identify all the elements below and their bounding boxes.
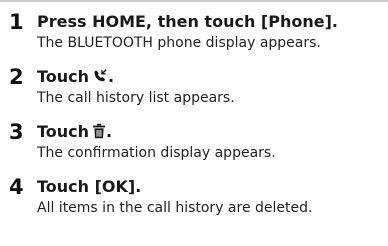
- call-history-icon: [92, 68, 108, 84]
- top-divider: [0, 0, 388, 2]
- step-3: 3 Touch . The confirmation display appea…: [9, 120, 385, 176]
- step-action: Touch .: [37, 67, 114, 87]
- step-number: 3: [9, 120, 24, 144]
- step-number: 2: [9, 65, 24, 89]
- step-2: 2 Touch . The call history list appears.: [9, 65, 385, 121]
- step-result: The call history list appears.: [37, 90, 235, 106]
- step-result: All items in the call history are delete…: [37, 200, 313, 216]
- step-number: 1: [9, 10, 24, 34]
- step-result: The confirmation display appears.: [37, 145, 276, 161]
- step-action-punctuation: .: [106, 122, 113, 141]
- step-action: Touch [OK].: [37, 177, 142, 196]
- step-action-punctuation: .: [108, 67, 115, 86]
- step-action: Touch .: [37, 122, 112, 142]
- step-result: The BLUETOOTH phone display appears.: [37, 35, 321, 51]
- step-action: Press HOME, then touch [Phone].: [37, 12, 338, 31]
- instruction-steps: 1 Press HOME, then touch [Phone]. The BL…: [9, 10, 385, 231]
- step-number: 4: [9, 175, 24, 199]
- step-action-text: Touch: [37, 67, 90, 86]
- trash-icon: [92, 123, 106, 139]
- step-1: 1 Press HOME, then touch [Phone]. The BL…: [9, 10, 385, 66]
- step-action-text: Touch: [37, 122, 90, 141]
- step-4: 4 Touch [OK]. All items in the call hist…: [9, 175, 385, 231]
